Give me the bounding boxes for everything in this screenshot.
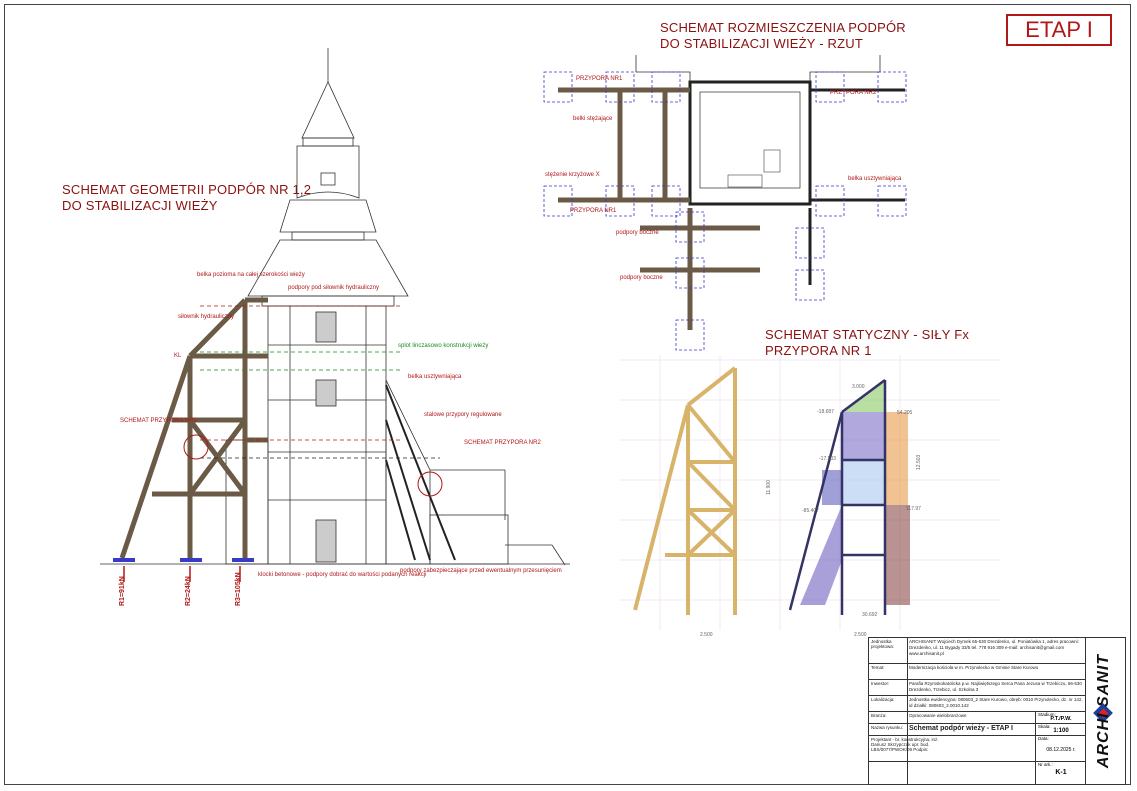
- plan-przypora1-top: PRZYPORA NR1: [576, 76, 623, 82]
- tb-row-topic: Temat: Modernizacja kościoła w m. Przyno…: [869, 664, 1085, 680]
- tb-key: Temat:: [871, 665, 885, 670]
- tb-key: Lokalizacja:: [871, 697, 895, 702]
- tb-key: Jednostka projektowa:: [871, 639, 895, 649]
- tb-date-key: Data:: [1038, 736, 1049, 741]
- label-schemat-p1: SCHEMAT PRZYPORA NR1: [120, 418, 197, 424]
- tb-scale: Skala: 1:100: [1035, 724, 1086, 735]
- label-krzyzowe: stężenie krzyżowe X: [545, 172, 600, 178]
- label-schemat-p2: SCHEMAT PRZYPORA NR2: [464, 440, 541, 446]
- tb-stadium: Stadium: P.T./P.W.: [1035, 712, 1086, 723]
- label-podpory-boczne-2: podpory boczne: [620, 275, 663, 281]
- tb-row-drawing: Nazwa rysunku: Schemat podpór wieży - ET…: [869, 724, 1085, 736]
- plan-przypora1-bottom: PRZYPORA NR1: [570, 208, 617, 214]
- tb-row-sheet: Nr ark.: K-1: [869, 762, 1085, 784]
- archisanit-logo: ARCHI SANIT: [1085, 638, 1126, 784]
- label-podpory-zab: podpory zabezpieczające przed ewentualny…: [400, 568, 562, 574]
- label-belki-stezajace: belki stężające: [573, 116, 613, 122]
- force-f3: 54.205: [897, 410, 913, 416]
- tb-sheet-number: Nr ark.: K-1: [1035, 762, 1086, 784]
- tb-date-value: 08.12.2025 r.: [1046, 747, 1076, 753]
- tb-row-designer-person: Projektant - br. konstrukcyjna, inż. Dar…: [869, 736, 1085, 762]
- tb-key: Branża:: [871, 713, 887, 718]
- dim-height-left: 11.900: [766, 480, 772, 495]
- reaction-r2: R2=24kN: [185, 576, 192, 606]
- tb-key: Inwestor:: [871, 681, 890, 686]
- logo-text: ARCHI SANIT: [1095, 653, 1112, 769]
- title-block: Jednostka projektowa: ARCHISANIT Wojciec…: [868, 637, 1126, 785]
- label-belka-usztyw: belka usztywniająca: [408, 374, 462, 380]
- tb-row-branch: Branża: Opracowanie wielobranżowe Stadiu…: [869, 712, 1085, 724]
- label-belka-cala: belka pozioma na całej szerokości wieży: [197, 272, 305, 278]
- tb-drawing-name: Schemat podpór wieży - ETAP I: [909, 725, 1013, 732]
- tb-row-designer: Jednostka projektowa: ARCHISANIT Wojciec…: [869, 638, 1085, 664]
- tb-value: Parafia Rzymskokatolicka p.w. Najświętsz…: [909, 681, 1082, 692]
- tb-date: Data: 08.12.2025 r.: [1035, 736, 1086, 761]
- force-f5: -17.503: [819, 456, 836, 462]
- label-silownik: siłownik hydrauliczny: [178, 314, 234, 320]
- force-f6: 3.000: [852, 384, 865, 390]
- tb-key: Nazwa rysunku:: [871, 725, 904, 730]
- dim-height-right: 12.503: [916, 454, 922, 470]
- plan-przypora2: PRZYPORA NR2: [830, 90, 877, 96]
- label-podpory-silownik: podpory pod siłownik hydrauliczny: [288, 285, 379, 291]
- tb-row-investor: Inwestor: Parafia Rzymskokatolicka p.w. …: [869, 680, 1085, 696]
- label-podpory-boczne: podpory boczne: [616, 230, 659, 236]
- label-splot: splot linczasowo konstrukcji wieży: [398, 343, 488, 349]
- dim-width-left: 2.500: [700, 632, 713, 638]
- reaction-r1: R1=91kN: [119, 576, 126, 606]
- drawing-sheet: { "etap": "ETAP I", "titles": { "geometr…: [0, 0, 1137, 791]
- tb-key: Projektant - br. konstrukcyjna, inż. Dar…: [871, 737, 939, 752]
- force-f7: 30.692: [862, 612, 878, 618]
- tb-value: Opracowanie wielobranżowe: [909, 713, 967, 718]
- tb-sheet-key: Nr ark.:: [1038, 762, 1053, 767]
- tb-row-location: Lokalizacja: Jednostka ewidencyjna: 0806…: [869, 696, 1085, 712]
- tb-sheet-value: K-1: [1055, 769, 1067, 776]
- tb-value: ARCHISANIT Wojciech Dymek 65-530 Drezden…: [909, 639, 1079, 656]
- dim-width-right: 2.500: [854, 632, 867, 638]
- force-f2: -85.407: [802, 508, 819, 514]
- label-stalowe: stalowe przypory regulowane: [424, 412, 502, 418]
- label-kl: KL: [174, 353, 182, 359]
- tb-value: Modernizacja kościoła w m. Przynolecko w…: [909, 665, 1039, 670]
- force-f1: -18.687: [817, 409, 834, 415]
- tb-value: Jednostka ewidencyjna: 080603_2 Stare Ku…: [909, 697, 1083, 708]
- reaction-r3: R3=105kN: [235, 572, 242, 606]
- force-f4: 117.97: [906, 506, 921, 512]
- label-belka-usztyw-plan: belka usztywniająca: [848, 176, 902, 182]
